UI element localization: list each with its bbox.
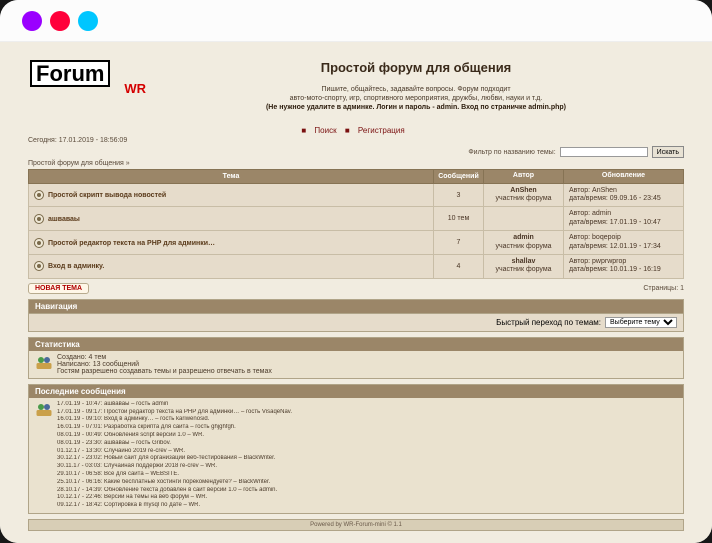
topic-link[interactable]: Простой редактор текста на PHP для админ… (48, 239, 215, 246)
filter-label: Фильтр по названию темы: (468, 149, 555, 156)
col-updated: Обновление (564, 170, 684, 183)
users-icon (35, 401, 53, 419)
col-messages: Сообщений (434, 170, 484, 183)
col-author: Автор (484, 170, 564, 183)
page-viewport: Forum WR Простой форум для общения Пишит… (0, 42, 712, 543)
search-link[interactable]: Поиск (314, 126, 336, 135)
navigation-panel-title: Навигация (29, 300, 683, 313)
register-link[interactable]: Регистрация (358, 126, 405, 135)
topic-updated: Автор: adminдата/время: 17.01.19 - 10:47 (564, 207, 684, 231)
table-row: Простой скрипт вывода новостей 3AnShenуча… (29, 183, 684, 207)
forum-title: Простой форум для общения (150, 60, 682, 75)
quickjump-select[interactable]: Выберите тему (605, 317, 677, 328)
recent-message-item[interactable]: 25.10.17 - 06:16: Какие бесплатные хости… (57, 479, 292, 487)
col-topic: Тема (29, 170, 434, 183)
window-titlebar (0, 0, 712, 42)
new-topic-button[interactable]: НОВАЯ ТЕМА (28, 283, 89, 294)
topic-status-icon (34, 261, 44, 271)
table-row: Вход в админку. 4shallavучастник форумаАв… (29, 255, 684, 279)
users-icon (35, 354, 53, 372)
topic-status-icon (34, 214, 44, 224)
topic-link[interactable]: Простой скрипт вывода новостей (48, 192, 166, 199)
topic-updated: Автор: pwprwpropдата/время: 10.01.19 - 1… (564, 255, 684, 279)
recent-message-item[interactable]: 01.12.17 - 13:30: Случайно 2019 re-crev … (57, 448, 292, 456)
recent-message-item[interactable]: 08.01.19 - 23:30: ашваваы – гость Gribov… (57, 440, 292, 448)
topic-updated: Автор: AnShenдата/время: 09.09.16 - 23:4… (564, 183, 684, 207)
logo-text: Forum (30, 60, 110, 87)
recent-message-item[interactable]: 30.11.17 - 03:03: Случайная поддержи 201… (57, 463, 292, 471)
recent-message-item[interactable]: 09.12.17 - 18:42: Сортировка в mysql по … (57, 502, 292, 510)
topic-author (484, 207, 564, 231)
window-dot-purple[interactable] (22, 11, 42, 31)
recent-message-item[interactable]: 17.01.19 - 09:17: Простой редактор текст… (57, 409, 292, 417)
topic-updated: Автор: boqepoipдата/время: 12.01.19 - 17… (564, 231, 684, 255)
topic-link[interactable]: Вход в админку. (48, 263, 104, 270)
recent-message-item[interactable]: 16.01.19 - 09:10: Вход в админку… – гост… (57, 416, 292, 424)
filter-input[interactable] (560, 147, 648, 157)
stats-line-3: Гостям разрешено создавать темы и разреш… (57, 368, 272, 375)
quickjump-label: Быстрый переход по темам: (496, 318, 601, 327)
window-dot-cyan[interactable] (78, 11, 98, 31)
topic-message-count: 4 (434, 255, 484, 279)
topic-status-icon (34, 190, 44, 200)
topic-message-count: 3 (434, 183, 484, 207)
navigation-panel: Навигация (28, 299, 684, 314)
pagination-label: Страницы: 1 (643, 285, 684, 292)
topic-author: adminучастник форума (484, 231, 564, 255)
footer: Powered by WR-Forum-mini © 1.1 (28, 519, 684, 531)
topic-link[interactable]: ашваваы (48, 216, 80, 223)
recent-message-item[interactable]: 28.10.17 - 14:39: Обновление текста доба… (57, 487, 292, 495)
recent-message-item[interactable]: 16.01.19 - 07:01: Разработка скрипта для… (57, 424, 292, 432)
datetime-label: Сегодня: 17.01.2019 - 18:56:09 (28, 137, 127, 144)
table-row: Простой редактор текста на PHP для админ… (29, 231, 684, 255)
recent-messages-list: 17.01.19 - 10:47: ашваваы – гость admin1… (57, 401, 292, 510)
recent-message-item[interactable]: 08.01.19 - 00:49: Обновления script верс… (57, 432, 292, 440)
topic-status-icon (34, 238, 44, 248)
topics-table: Тема Сообщений Автор Обновление Простой … (28, 169, 684, 279)
window-dot-red[interactable] (50, 11, 70, 31)
statistics-panel-title: Статистика (29, 338, 683, 351)
breadcrumb[interactable]: Простой форум для общения » (28, 160, 684, 167)
stats-line-1: Создано: 4 тем (57, 354, 272, 361)
recent-message-item[interactable]: 30.12.17 - 23:02: Новый сайт для организ… (57, 455, 292, 463)
browser-window: Forum WR Простой форум для общения Пишит… (0, 0, 712, 543)
forum-header: Forum WR Простой форум для общения Пишит… (28, 56, 684, 122)
recent-messages-title: Последние сообщения (29, 385, 683, 398)
statistics-panel: Статистика Создано: 4 тем Написано: 13 с… (28, 337, 684, 379)
recent-message-item[interactable]: 17.01.19 - 10:47: ашваваы – гость admin (57, 401, 292, 409)
topic-author: AnShenучастник форума (484, 183, 564, 207)
recent-message-item[interactable]: 29.10.17 - 06:58: Все для сайта – WEBSIT… (57, 471, 292, 479)
topic-author: shallavучастник форума (484, 255, 564, 279)
recent-message-item[interactable]: 10.12.17 - 22:46: Версии на темы на веб … (57, 494, 292, 502)
topic-message-count: 10 тем (434, 207, 484, 231)
forum-subtitle-2: авто-мото-спорту, игр, спортивного мероп… (150, 94, 682, 103)
forum-subtitle-1: Пишите, общайтесь, задавайте вопросы. Фо… (150, 85, 682, 94)
forum-subtitle-3: (Не нужное удалите в админке. Логин и па… (266, 104, 566, 111)
filter-search-button[interactable]: Искать (652, 146, 684, 158)
table-row: ашваваы 10 тем Автор: adminдата/время: 17.… (29, 207, 684, 231)
recent-messages-panel: Последние сообщения 17.01.19 - 10:47: аш… (28, 384, 684, 514)
stats-line-2: Написано: 13 сообщений (57, 361, 272, 368)
forum-logo[interactable]: Forum WR (30, 60, 150, 96)
topic-message-count: 7 (434, 231, 484, 255)
top-links: ■ Поиск ■ Регистрация (28, 126, 684, 135)
